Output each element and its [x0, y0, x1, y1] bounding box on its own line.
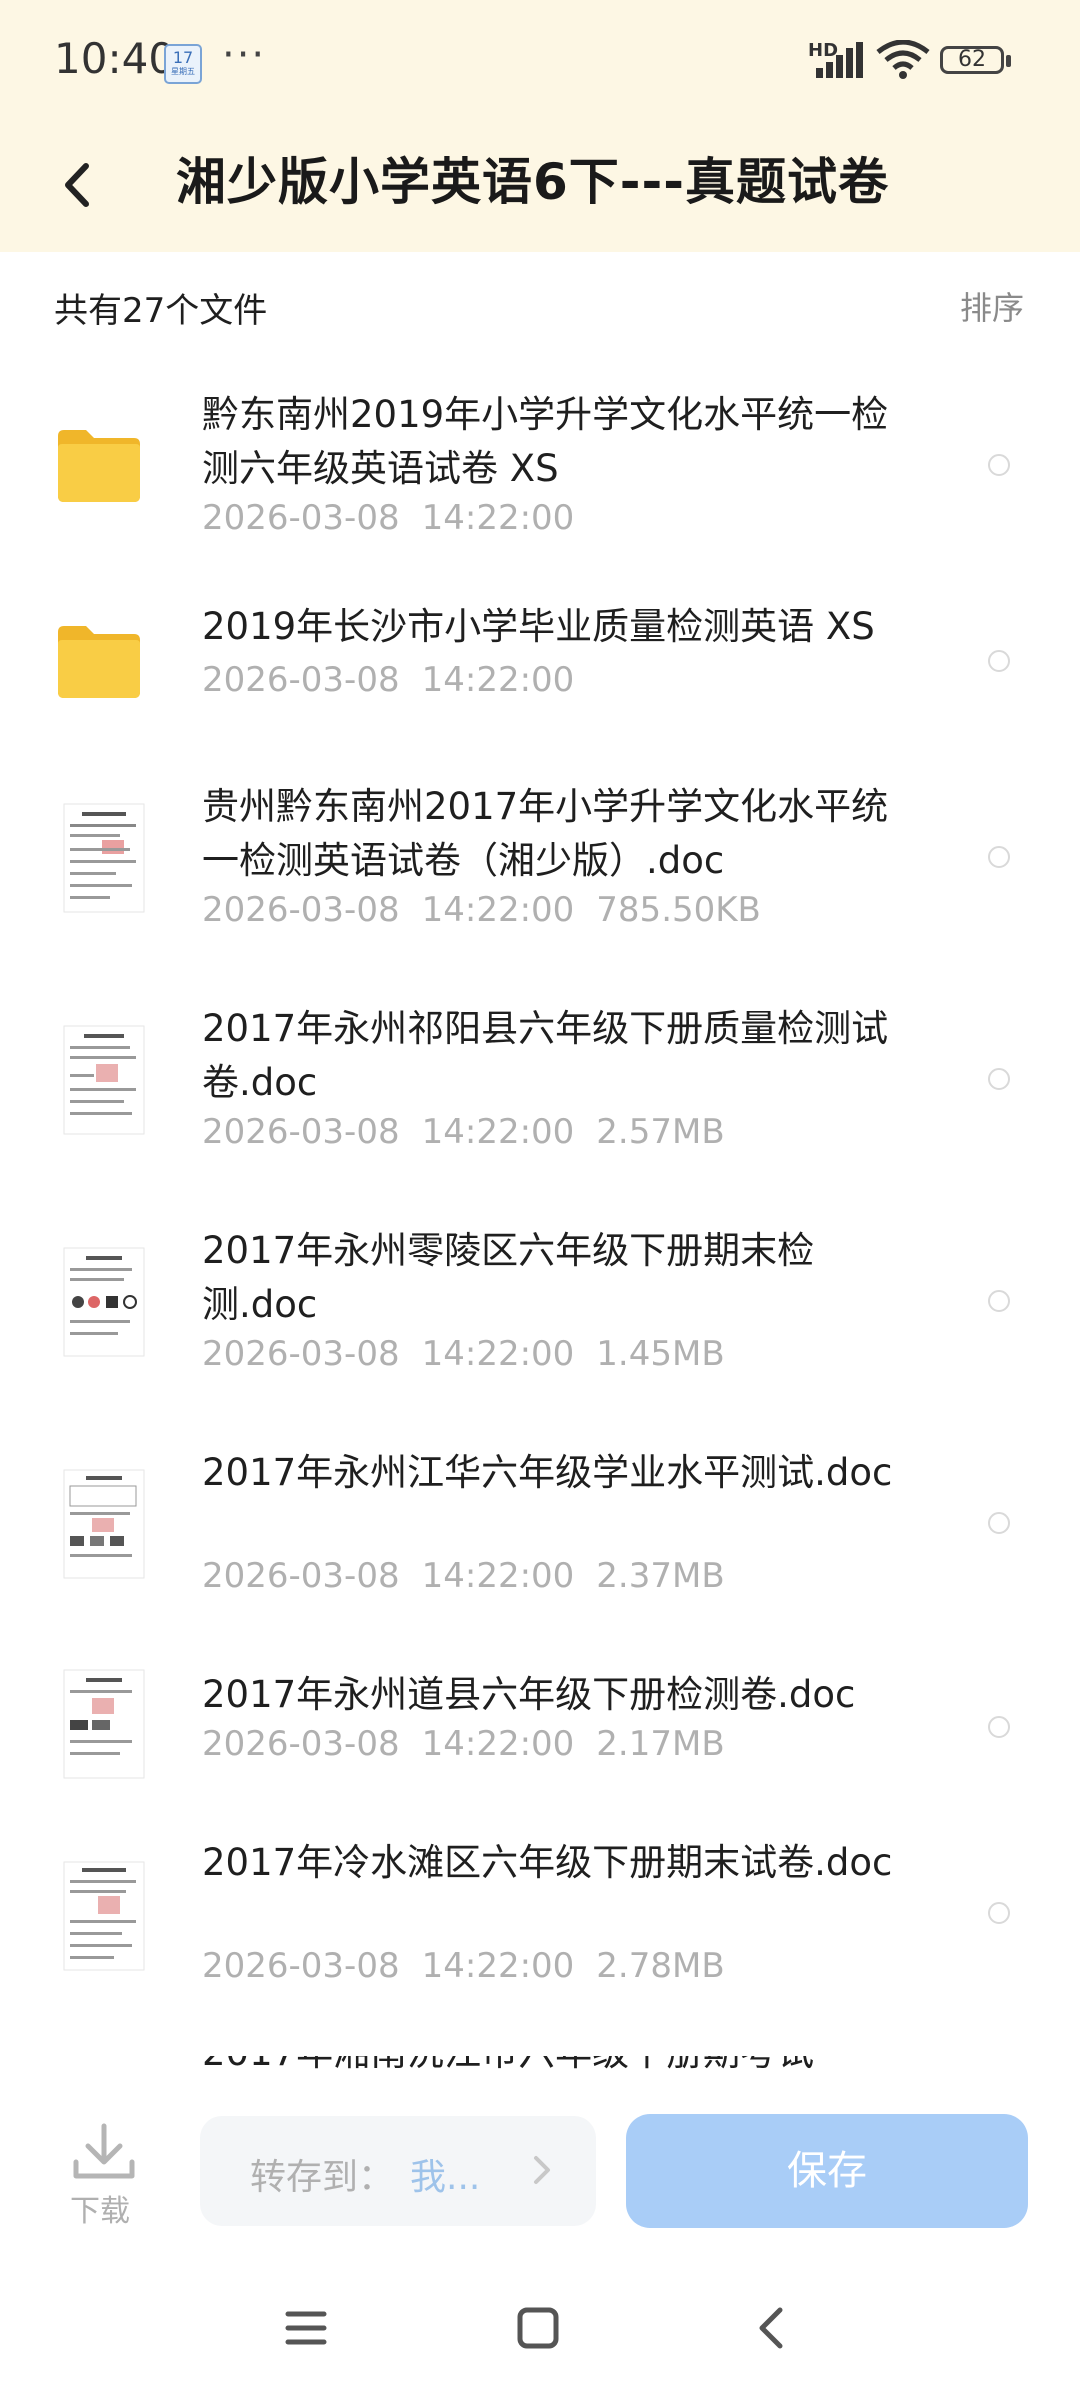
file-name: 2017年湘南沅江市六年级下册期考试	[202, 2056, 922, 2080]
system-nav-bar	[0, 2270, 1080, 2400]
save-to-selector[interactable]: 转存到： 我...	[200, 2116, 596, 2226]
file-size: 2.57MB	[596, 1112, 725, 1152]
file-date: 2026-03-08	[202, 498, 400, 538]
back-arrow-icon[interactable]	[46, 150, 116, 220]
more-notifications-icon: ···	[222, 32, 267, 78]
folder-icon	[58, 626, 140, 698]
list-item[interactable]: 贵州黔东南州2017年小学升学文化水平统一检测英语试卷（湘少版）.doc 202…	[0, 780, 1080, 950]
radio-icon[interactable]	[988, 1902, 1010, 1924]
doc-thumbnail-icon	[62, 1860, 146, 1972]
radio-icon[interactable]	[988, 650, 1010, 672]
list-item[interactable]: 2017年永州零陵区六年级下册期末检测.doc 2026-03-08 14:22:…	[0, 1224, 1080, 1394]
nav-back-icon[interactable]	[748, 2304, 796, 2352]
save-to-value: 我...	[410, 2157, 481, 2198]
save-button[interactable]: 保存	[626, 2114, 1028, 2228]
home-icon[interactable]	[514, 2304, 562, 2352]
calendar-sub: 星期五	[171, 67, 195, 76]
list-item[interactable]: 2017年冷水滩区六年级下册期末试卷.doc 2026-03-08 14:22:0…	[0, 1836, 1080, 2006]
doc-thumbnail-icon	[62, 802, 146, 914]
file-name: 2017年永州祁阳县六年级下册质量检测试卷.doc	[202, 1007, 889, 1104]
file-date: 2026-03-08	[202, 1334, 400, 1374]
file-date: 2026-03-08	[202, 1112, 400, 1152]
chevron-right-icon	[534, 2156, 550, 2184]
radio-icon[interactable]	[988, 1068, 1010, 1090]
status-time: 10:40	[54, 34, 176, 83]
file-name: 2017年永州道县六年级下册检测卷.doc	[202, 1673, 856, 1716]
file-size: 2.37MB	[596, 1556, 725, 1596]
file-meta: 2026-03-08 14:22:00 785.50KB	[202, 890, 783, 930]
file-time: 14:22:00	[421, 1946, 575, 1986]
file-date: 2026-03-08	[202, 1946, 400, 1986]
file-size: 2.78MB	[596, 1946, 725, 1986]
file-time: 14:22:00	[421, 890, 575, 930]
file-name: 黔东南州2019年小学升学文化水平统一检测六年级英语试卷 XS	[202, 393, 889, 490]
file-name: 2017年冷水滩区六年级下册期末试卷.doc	[202, 1841, 893, 1884]
file-time: 14:22:00	[421, 1724, 575, 1764]
file-meta: 2026-03-08 14:22:00	[202, 498, 596, 538]
file-meta: 2026-03-08 14:22:00 2.37MB	[202, 1556, 747, 1596]
list-item[interactable]: 2017年永州祁阳县六年级下册质量检测试卷.doc 2026-03-08 14:2…	[0, 1002, 1080, 1172]
file-time: 14:22:00	[421, 498, 575, 538]
download-icon[interactable]	[66, 2122, 142, 2182]
file-name: 贵州黔东南州2017年小学升学文化水平统一检测英语试卷（湘少版）.doc	[202, 785, 889, 882]
radio-icon[interactable]	[988, 1290, 1010, 1312]
doc-thumbnail-icon	[62, 1468, 146, 1580]
file-date: 2026-03-08	[202, 1724, 400, 1764]
file-name: 2017年永州零陵区六年级下册期末检测.doc	[202, 1229, 815, 1326]
file-date: 2026-03-08	[202, 660, 400, 700]
save-to-label: 转存到：	[250, 2157, 395, 2198]
file-time: 14:22:00	[421, 1112, 575, 1152]
file-name: 2017年永州江华六年级学业水平测试.doc	[202, 1451, 893, 1494]
list-item[interactable]: 2019年长沙市小学毕业质量检测英语 XS 2026-03-08 14:22:00	[0, 600, 1080, 720]
file-size: 2.17MB	[596, 1724, 725, 1764]
sort-button[interactable]: 排序	[960, 283, 1024, 329]
wifi-icon	[876, 40, 930, 79]
radio-icon[interactable]	[988, 454, 1010, 476]
list-item[interactable]: 2017年永州江华六年级学业水平测试.doc 2026-03-08 14:22:0…	[0, 1446, 1080, 1616]
folder-icon	[58, 430, 140, 502]
file-name: 2019年长沙市小学毕业质量检测英语 XS	[202, 605, 875, 648]
file-meta: 2026-03-08 14:22:00 2.57MB	[202, 1112, 747, 1152]
doc-thumbnail-icon	[62, 1024, 146, 1136]
file-meta: 2026-03-08 14:22:00 2.17MB	[202, 1724, 747, 1764]
file-date: 2026-03-08	[202, 1556, 400, 1596]
battery-level: 62	[958, 47, 986, 72]
radio-icon[interactable]	[988, 1512, 1010, 1534]
radio-icon[interactable]	[988, 846, 1010, 868]
file-size: 785.50KB	[596, 890, 761, 930]
list-item[interactable]: 2017年湘南沅江市六年级下册期考试	[0, 2056, 1080, 2090]
list-item[interactable]: 2017年永州道县六年级下册检测卷.doc 2026-03-08 14:22:00…	[0, 1668, 1080, 1788]
battery-cap	[1006, 55, 1011, 67]
signal-icon	[816, 42, 863, 78]
file-time: 14:22:00	[421, 660, 575, 700]
file-count: 共有27个文件	[54, 291, 268, 331]
file-meta: 2026-03-08 14:22:00	[202, 660, 596, 700]
doc-thumbnail-icon	[62, 1668, 146, 1780]
doc-thumbnail-icon	[62, 1246, 146, 1358]
file-date: 2026-03-08	[202, 890, 400, 930]
status-bar: 10:40 17 星期五 ··· HD 62	[0, 0, 1080, 126]
file-meta: 2026-03-08 14:22:00 2.78MB	[202, 1946, 747, 1986]
file-size: 1.45MB	[596, 1334, 725, 1374]
list-item[interactable]: 黔东南州2019年小学升学文化水平统一检测六年级英语试卷 XS 2026-03-…	[0, 380, 1080, 550]
file-time: 14:22:00	[421, 1556, 575, 1596]
page-title: 湘少版小学英语6下---真题试卷	[176, 153, 890, 211]
calendar-icon: 17 星期五	[164, 44, 202, 84]
menu-icon[interactable]	[282, 2304, 330, 2352]
file-time: 14:22:00	[421, 1334, 575, 1374]
radio-icon[interactable]	[988, 1716, 1010, 1738]
download-label[interactable]: 下载	[70, 2186, 130, 2230]
file-meta: 2026-03-08 14:22:00 1.45MB	[202, 1334, 747, 1374]
battery-icon: 62	[940, 46, 1004, 74]
calendar-day: 17	[172, 48, 194, 67]
